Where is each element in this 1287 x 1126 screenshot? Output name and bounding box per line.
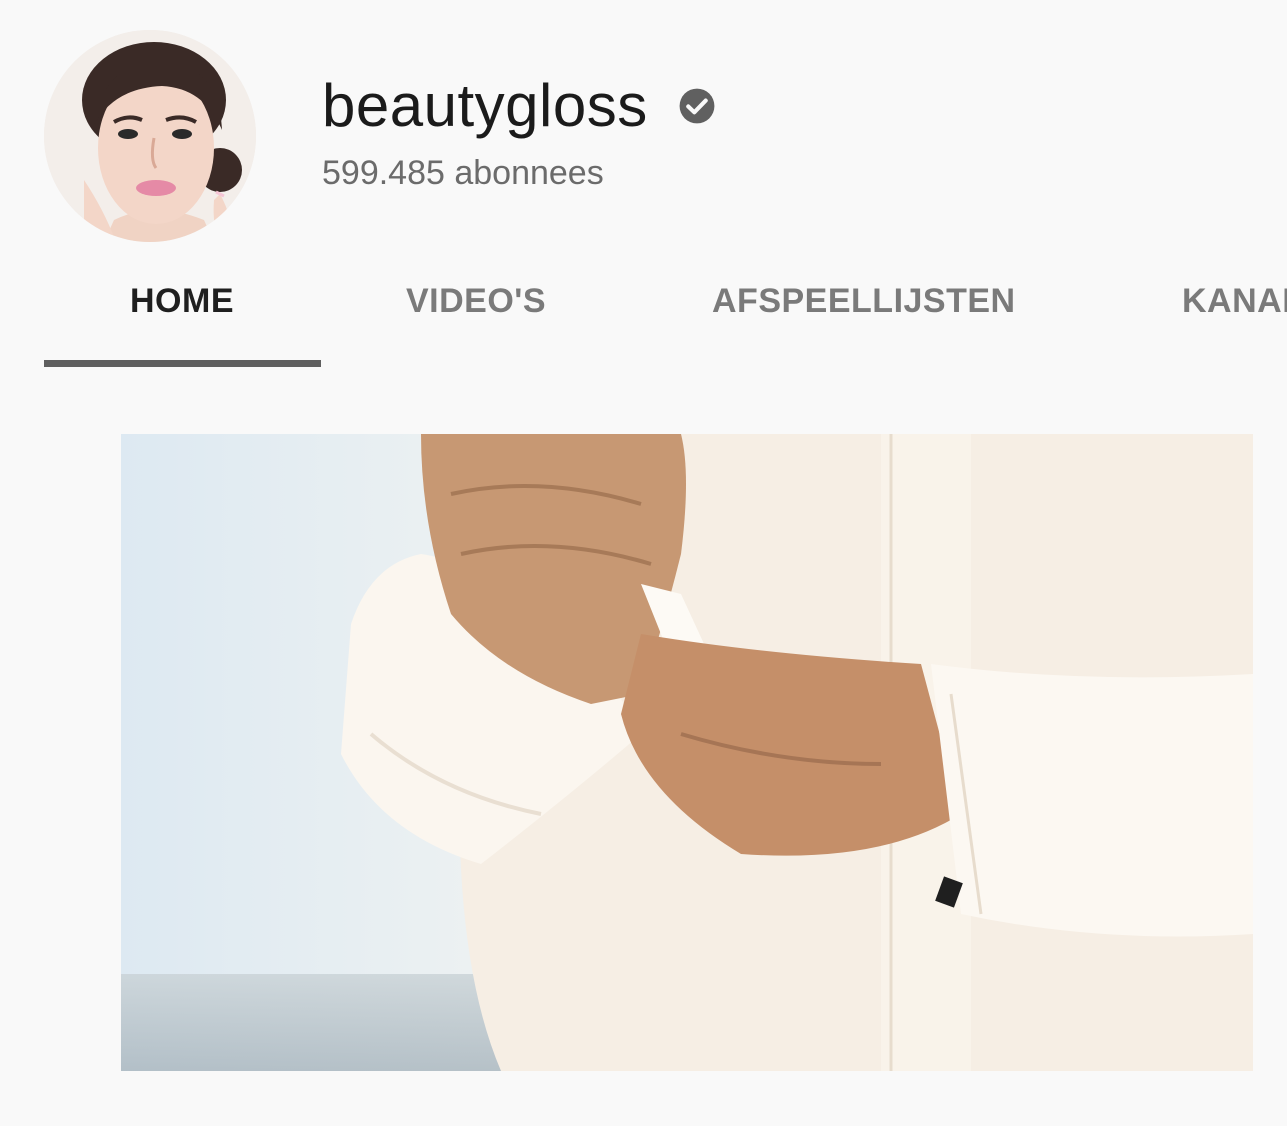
channel-tabs: HOME VIDEO'S AFSPEELLIJSTEN KANAL [0,270,1287,370]
featured-video-thumbnail[interactable] [121,434,1253,1071]
avatar-image [44,30,256,242]
subscriber-count: 599.485 abonnees [322,154,604,192]
tab-videos[interactable]: VIDEO'S [406,284,546,318]
tab-playlists[interactable]: AFSPEELLIJSTEN [712,284,1016,318]
channel-page: beautygloss 599.485 abonnees HOME VIDEO'… [0,0,1287,1126]
channel-name[interactable]: beautygloss [322,76,648,136]
tab-home[interactable]: HOME [130,284,234,318]
channel-avatar[interactable] [44,30,256,242]
video-thumbnail-image [121,434,1253,1071]
tab-channels[interactable]: KANAL [1182,284,1287,318]
active-tab-indicator [44,360,321,367]
verified-check-icon [678,87,716,125]
channel-title-row: beautygloss [322,70,716,142]
